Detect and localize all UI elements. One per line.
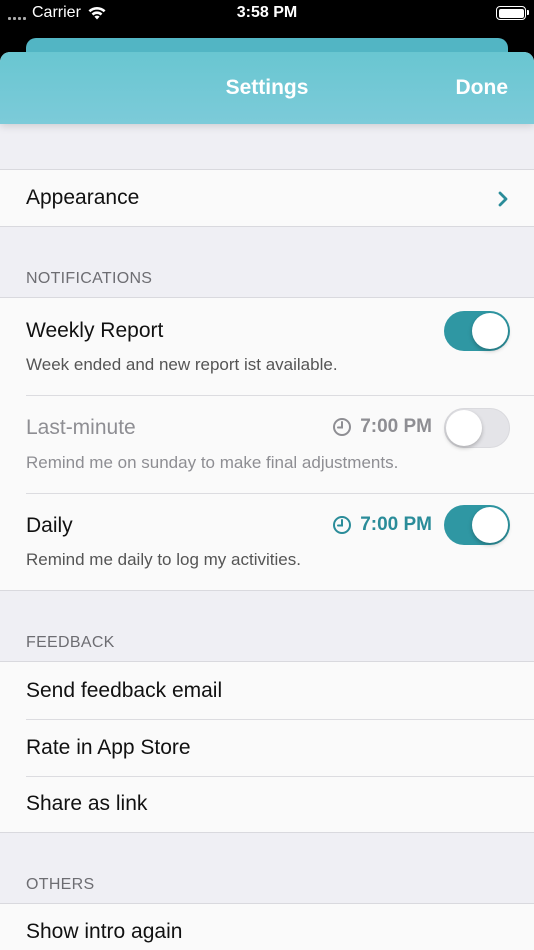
chevron-right-icon (498, 191, 508, 207)
others-group: Show intro again (0, 903, 534, 950)
settings-sheet: Settings Done Appearance NOTIFICATIONS W… (0, 52, 534, 950)
page-title: Settings (225, 76, 309, 99)
feedback-header: FEEDBACK (26, 634, 115, 651)
last-minute-toggle[interactable] (444, 408, 510, 448)
weekly-report-row: Weekly Report Week ended and new report … (0, 298, 534, 395)
show-intro-row[interactable]: Show intro again (0, 904, 534, 950)
daily-subtitle: Remind me daily to log my activities. (26, 550, 301, 569)
last-minute-row: Last-minute Remind me on sunday to make … (0, 395, 534, 493)
status-time: 3:58 PM (236, 4, 298, 21)
share-as-link-label: Share as link (26, 792, 148, 815)
appearance-group: Appearance (0, 169, 534, 227)
appearance-label: Appearance (26, 186, 140, 209)
appearance-row[interactable]: Appearance (0, 170, 534, 226)
last-minute-subtitle: Remind me on sunday to make final adjust… (26, 453, 399, 472)
send-feedback-email-label: Send feedback email (26, 679, 223, 702)
share-as-link-row[interactable]: Share as link (0, 776, 534, 832)
clock-icon (333, 516, 352, 534)
daily-title: Daily (26, 514, 73, 537)
clock-icon (333, 418, 352, 436)
last-minute-title: Last-minute (26, 416, 136, 439)
send-feedback-email-row[interactable]: Send feedback email (0, 662, 534, 719)
weekly-report-toggle[interactable] (444, 311, 510, 351)
feedback-group: Send feedback email Rate in App Store Sh… (0, 661, 534, 833)
others-header: OTHERS (26, 876, 95, 893)
notifications-header: NOTIFICATIONS (26, 270, 153, 287)
show-intro-label: Show intro again (26, 920, 183, 943)
rate-app-store-label: Rate in App Store (26, 736, 191, 759)
notifications-group: Weekly Report Week ended and new report … (0, 297, 534, 591)
daily-time-button[interactable]: 7:00 PM (332, 514, 432, 536)
rate-app-store-row[interactable]: Rate in App Store (0, 719, 534, 776)
done-button[interactable]: Done (456, 76, 509, 100)
battery-icon (496, 6, 529, 20)
weekly-report-title: Weekly Report (26, 319, 164, 342)
last-minute-time: 7:00 PM (360, 416, 432, 437)
status-bar: Carrier 3:58 PM (0, 0, 534, 30)
navigation-bar: Settings Done (0, 52, 534, 124)
daily-row: Daily Remind me daily to log my activiti… (0, 493, 534, 590)
daily-toggle[interactable] (444, 505, 510, 545)
daily-time: 7:00 PM (360, 514, 432, 535)
last-minute-time-button[interactable]: 7:00 PM (332, 416, 432, 438)
weekly-report-subtitle: Week ended and new report ist available. (26, 355, 338, 374)
